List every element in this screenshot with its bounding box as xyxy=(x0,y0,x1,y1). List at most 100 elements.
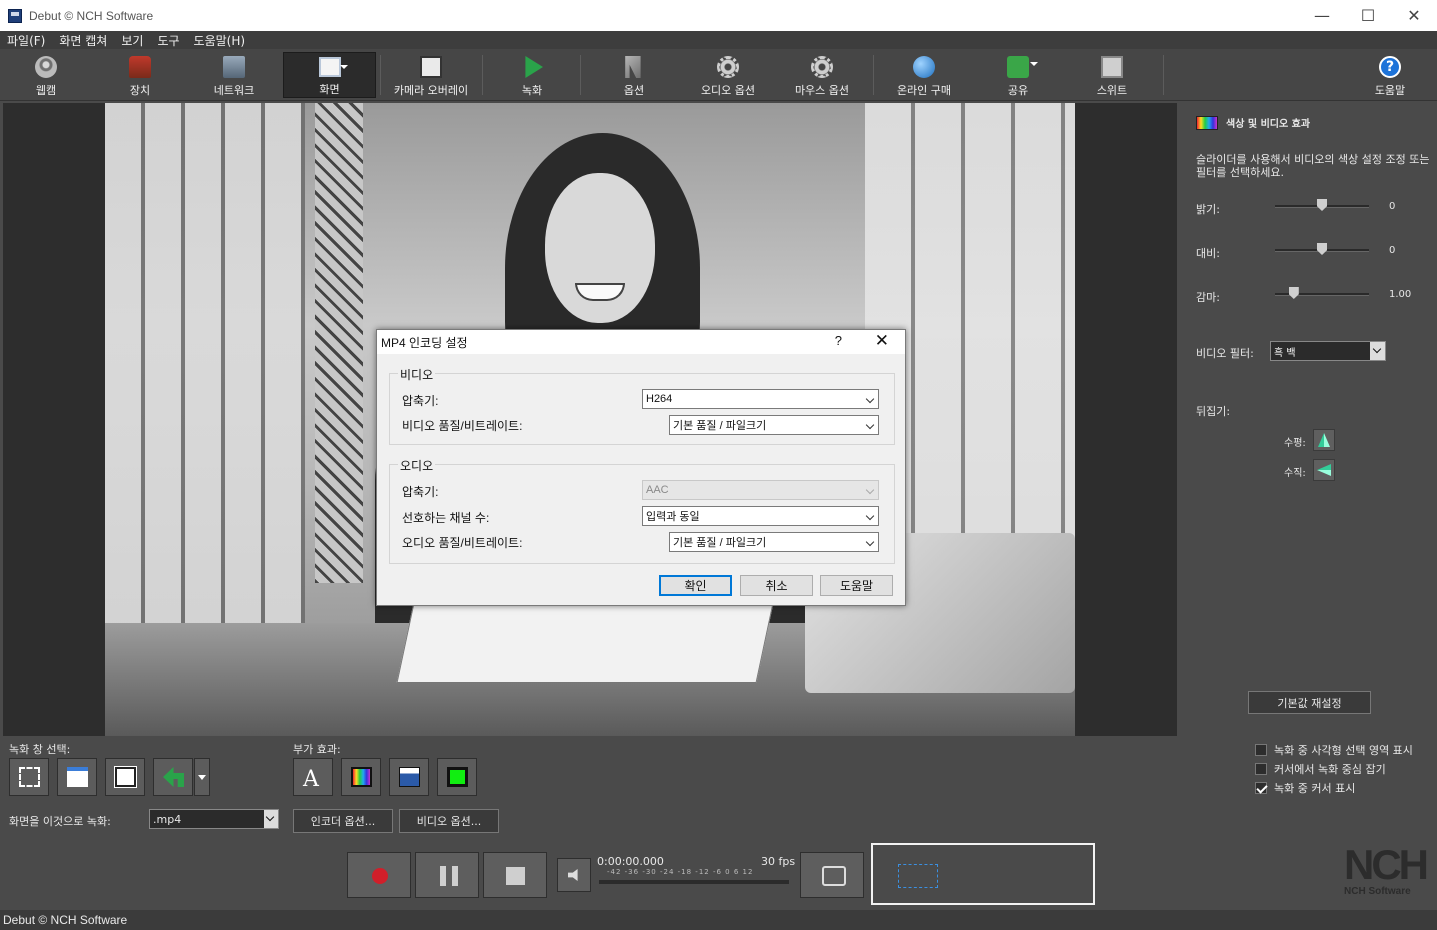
toolbar-separator xyxy=(580,55,581,95)
chevron-down-icon xyxy=(865,537,875,547)
text-effect-button[interactable]: A xyxy=(293,758,333,796)
chevron-down-icon xyxy=(865,420,875,430)
video-quality-select[interactable]: 기본 품질 / 파일크기 xyxy=(669,415,879,435)
help-button[interactable]: ? 도움말 xyxy=(1362,52,1418,98)
meter-scale: -42 -36 -30 -24 -18 -12 -6 0 6 12 xyxy=(607,868,754,876)
pause-button[interactable] xyxy=(415,852,479,898)
video-compressor-label: 압축기: xyxy=(402,394,439,408)
menu-capture[interactable]: 화면 캡쳐 xyxy=(52,32,114,49)
record-button[interactable]: 녹화 xyxy=(504,52,560,98)
share-button[interactable]: 공유 xyxy=(990,52,1046,98)
dialog-help-button[interactable]: ? xyxy=(835,333,842,348)
snapshot-button[interactable] xyxy=(800,852,864,898)
screen-button[interactable]: 화면 xyxy=(283,52,376,98)
camera-overlay-button[interactable]: 카메라 오버레이 xyxy=(384,52,478,98)
checkbox[interactable] xyxy=(1255,782,1267,794)
region-mini-preview xyxy=(871,843,1095,905)
suite-button[interactable]: 스위트 xyxy=(1084,52,1140,98)
dialog-help-text-button[interactable]: 도움말 xyxy=(820,575,893,596)
mouse-options-label: 마우스 옵션 xyxy=(794,84,850,97)
webcam-button[interactable]: 웹캠 xyxy=(18,52,74,98)
audio-compressor-label: 압축기: xyxy=(402,485,439,499)
audio-group: 오디오 압축기: AAC 선호하는 채널 수: 입력과 동일 오디오 품질/비트… xyxy=(389,457,895,564)
tools-icon xyxy=(625,56,641,78)
brightness-value: 0 xyxy=(1389,201,1396,212)
chevron-down-icon xyxy=(264,810,278,828)
checkbox-center-cursor[interactable]: 커서에서 녹화 중심 잡기 xyxy=(1255,761,1386,777)
checkbox-show-rect[interactable]: 녹화 중 사각형 선택 영역 표시 xyxy=(1255,742,1413,758)
contrast-thumb[interactable] xyxy=(1317,243,1327,255)
minimize-button[interactable]: — xyxy=(1299,0,1345,31)
app-icon xyxy=(8,8,22,23)
menu-view[interactable]: 보기 xyxy=(114,32,150,49)
green-screen-button[interactable] xyxy=(437,758,477,796)
options-button[interactable]: 옵션 xyxy=(606,52,662,98)
dialog-title-bar: MP4 인코딩 설정 ? ✕ xyxy=(377,330,905,354)
video-effect-button[interactable] xyxy=(389,758,429,796)
cancel-button[interactable]: 취소 xyxy=(740,575,813,596)
video-compressor-value: H264 xyxy=(646,393,673,405)
chevron-down-icon xyxy=(865,394,875,404)
undo-arrow-icon xyxy=(163,767,184,787)
previous-region-button[interactable] xyxy=(153,758,193,796)
checkbox[interactable] xyxy=(1255,763,1267,775)
mp4-encoding-dialog: MP4 인코딩 설정 ? ✕ 비디오 압축기: H264 비디오 품질/비트레이… xyxy=(376,329,906,606)
reset-defaults-button[interactable]: 기본값 재설정 xyxy=(1248,691,1371,714)
menu-file[interactable]: 파일(F) xyxy=(0,32,52,49)
checkbox[interactable] xyxy=(1255,744,1267,756)
color-effect-button[interactable] xyxy=(341,758,381,796)
region-dropdown-button[interactable] xyxy=(194,758,210,796)
help-label: 도움말 xyxy=(1374,84,1406,97)
close-button[interactable]: ✕ xyxy=(1391,0,1437,31)
maximize-button[interactable]: ☐ xyxy=(1345,0,1391,31)
video-compressor-select[interactable]: H264 xyxy=(642,389,879,409)
menu-help[interactable]: 도움말(H) xyxy=(187,32,253,49)
stop-button[interactable] xyxy=(483,852,547,898)
record-as-label: 화면을 이것으로 녹화: xyxy=(9,815,111,828)
flip-vertical-button[interactable] xyxy=(1313,459,1335,481)
audio-options-button[interactable]: 오디오 옵션 xyxy=(690,52,766,98)
volume-button[interactable] xyxy=(557,858,591,892)
color-effects-panel: 색상 및 비디오 효과 슬라이더를 사용해서 비디오의 색상 설정 조정 또는 … xyxy=(1180,103,1437,736)
suite-icon xyxy=(1101,56,1123,78)
checkbox-label: 녹화 중 커서 표시 xyxy=(1274,782,1356,795)
format-select[interactable]: .mp4 xyxy=(149,809,279,829)
device-label: 장치 xyxy=(129,84,151,97)
text-icon: A xyxy=(303,767,319,792)
gear-icon xyxy=(811,56,833,78)
gamma-value: 1.00 xyxy=(1389,289,1412,300)
fullscreen-button[interactable] xyxy=(105,758,145,796)
gamma-label: 감마: xyxy=(1196,291,1220,304)
video-options-button[interactable]: 비디오 옵션... xyxy=(399,809,499,833)
start-record-button[interactable] xyxy=(347,852,411,898)
mouse-options-button[interactable]: 마우스 옵션 xyxy=(784,52,860,98)
flip-horizontal-button[interactable] xyxy=(1313,429,1335,451)
select-window-button[interactable] xyxy=(57,758,97,796)
encoder-options-button[interactable]: 인코더 옵션... xyxy=(293,809,393,833)
contrast-label: 대비: xyxy=(1196,247,1220,260)
window-icon xyxy=(67,767,88,787)
video-filter-value: 흑 백 xyxy=(1274,347,1296,359)
audio-channels-select[interactable]: 입력과 동일 xyxy=(642,506,879,526)
dialog-close-button[interactable]: ✕ xyxy=(875,331,889,351)
chevron-down-icon xyxy=(865,511,875,521)
toolbar-separator xyxy=(482,55,483,95)
dialog-title: MP4 인코딩 설정 xyxy=(381,335,468,350)
webcam-icon xyxy=(35,56,57,78)
device-button[interactable]: 장치 xyxy=(112,52,168,98)
menu-tools[interactable]: 도구 xyxy=(150,32,186,49)
toolbar: 웹캠 장치 네트워크 화면 카메라 오버레이 녹화 옵션 오디오 옵션 마우스 … xyxy=(0,49,1437,101)
video-filter-select[interactable]: 흑 백 xyxy=(1270,341,1386,361)
gamma-thumb[interactable] xyxy=(1288,287,1299,299)
checkbox-show-cursor[interactable]: 녹화 중 커서 표시 xyxy=(1255,780,1355,796)
video-quality-label: 비디오 품질/비트레이트: xyxy=(402,419,523,433)
title-bar: Debut © NCH Software — ☐ ✕ xyxy=(0,0,1437,31)
logo-text: NCH xyxy=(1344,841,1429,888)
buy-online-button[interactable]: 온라인 구매 xyxy=(886,52,962,98)
audio-quality-select[interactable]: 기본 품질 / 파일크기 xyxy=(669,532,879,552)
brightness-thumb[interactable] xyxy=(1317,199,1327,211)
audio-compressor-select: AAC xyxy=(642,480,879,500)
network-button[interactable]: 네트워크 xyxy=(200,52,268,98)
ok-button[interactable]: 확인 xyxy=(659,575,732,596)
select-region-button[interactable] xyxy=(9,758,49,796)
